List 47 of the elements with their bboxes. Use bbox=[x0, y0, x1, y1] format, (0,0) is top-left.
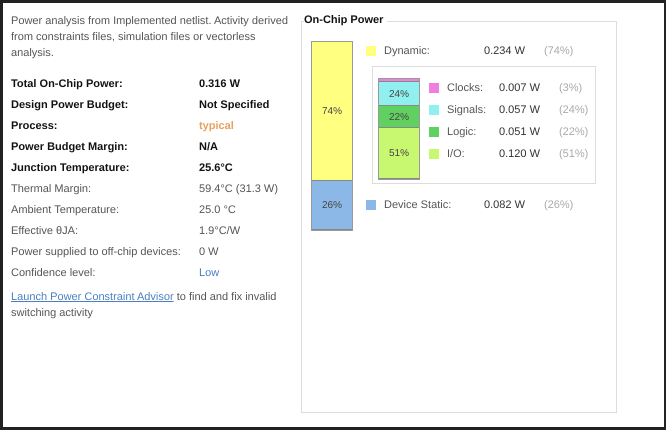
metric-value: 25.0 °C bbox=[199, 204, 236, 216]
legend-label: Dynamic: bbox=[384, 45, 431, 57]
panel-title: On-Chip Power bbox=[304, 14, 388, 26]
legend-percent: (26%) bbox=[544, 199, 574, 211]
bar-segment: 24% bbox=[379, 82, 419, 106]
metric-label: Ambient Temperature: bbox=[11, 204, 120, 216]
metric-label: Thermal Margin: bbox=[11, 182, 92, 194]
metric-value: Low bbox=[199, 266, 220, 278]
metric-value: 59.4°C (31.3 W) bbox=[199, 182, 278, 194]
legend-value: 0.082 W bbox=[484, 199, 526, 211]
metric-label: Design Power Budget: bbox=[11, 98, 130, 110]
legend-percent: (3%) bbox=[559, 82, 582, 94]
bar-segment: 22% bbox=[379, 106, 419, 128]
advisor-text: Launch Power Constraint Advisor to find and fix invalid switching activity bbox=[11, 290, 278, 321]
metric-value: 0.316 W bbox=[199, 78, 240, 90]
metric-label: Power supplied to off-chip devices: bbox=[11, 246, 182, 258]
metric-label: Junction Temperature: bbox=[11, 162, 130, 174]
legend-label: Signals: bbox=[447, 104, 488, 116]
legend-percent: (74%) bbox=[544, 45, 574, 57]
legend-value: 0.007 W bbox=[499, 82, 541, 94]
metric-label: Power Budget Margin: bbox=[11, 140, 129, 152]
bar-segment: 74% bbox=[312, 42, 352, 182]
legend-label: Clocks: bbox=[447, 82, 484, 94]
metric-value: N/A bbox=[199, 140, 218, 152]
legend-percent: (22%) bbox=[559, 126, 588, 138]
metric-label: Process: bbox=[11, 120, 58, 132]
metric-value: Not Specified bbox=[199, 98, 270, 110]
advisor-link[interactable]: Launch Power Constraint Advisor bbox=[11, 291, 174, 303]
metric-label: Confidence level: bbox=[11, 266, 96, 278]
metric-value: typical bbox=[199, 120, 234, 132]
legend-value: 0.120 W bbox=[499, 148, 541, 160]
metric-value: 0 W bbox=[199, 246, 219, 258]
bar-segment: 51% bbox=[379, 128, 419, 179]
summary-text: Power analysis from Implemented netlist. Activity derived from constraints files, simulation files or vectorless analysis. bbox=[11, 14, 289, 61]
legend-value: 0.057 W bbox=[499, 104, 541, 116]
legend-value: 0.234 W bbox=[484, 45, 526, 57]
legend-label: Device Static: bbox=[384, 199, 452, 211]
legend-percent: (24%) bbox=[559, 104, 588, 116]
metric-value: 25.6°C bbox=[199, 162, 233, 174]
metric-label: Total On-Chip Power: bbox=[11, 78, 124, 90]
legend-label: Logic: bbox=[447, 126, 478, 138]
metric-value: 1.9°C/W bbox=[199, 224, 240, 236]
metric-label: Effective θJA: bbox=[11, 224, 80, 236]
legend-percent: (51%) bbox=[559, 148, 588, 160]
legend-label: I/O: bbox=[447, 148, 466, 160]
bar-segment: 26% bbox=[312, 181, 352, 230]
legend-value: 0.051 W bbox=[499, 126, 541, 138]
